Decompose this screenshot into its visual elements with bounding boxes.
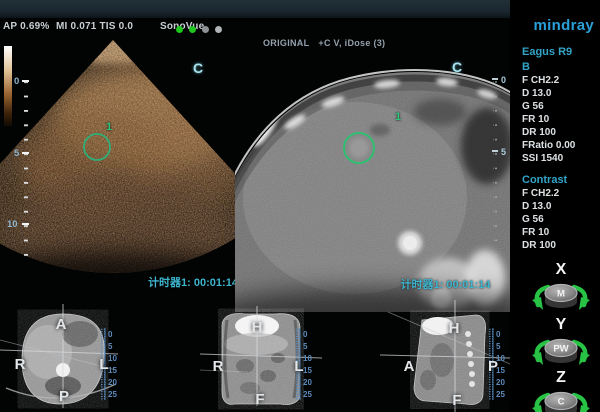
orientation-anterior: A [403, 358, 415, 375]
ct-timer: 计时器1: 00:01:14 [400, 279, 491, 291]
b-param: D 13.0 [522, 88, 552, 99]
b-param: G 56 [522, 101, 544, 112]
orientation-head: H [251, 319, 263, 336]
b-mode-title: B [522, 61, 530, 73]
contrast-param: D 13.0 [522, 201, 552, 212]
ct-series-header: ORIGINAL +C V, iDose (3) [263, 38, 385, 48]
contrast-param: F CH2.2 [522, 188, 560, 199]
ultrasound-fusion-screen: AP 0.69% MI 0.071 TIS 0.0 SonoVue [0, 0, 600, 412]
status-dot-icon [202, 26, 209, 33]
rotate-right-arrowhead-icon [579, 297, 590, 310]
rotate-right-arrowhead-icon [579, 352, 590, 365]
ruler-label: 5 [108, 342, 113, 351]
ct-recon-params: +C V, iDose (3) [318, 38, 386, 48]
knob-function-label: PW [553, 344, 568, 355]
b-param: SSI 1540 [522, 153, 564, 164]
contrast-param: DR 100 [522, 240, 556, 251]
parameter-sidebar: mindray Eagus R9 B F CH2.2 D 13.0 G 56 F… [510, 0, 600, 412]
brand-logo: mindray [533, 17, 594, 34]
system-name: Eagus R9 [522, 46, 573, 58]
mpr-coronal-view[interactable]: 0 5 10 15 20 25 H R L F [200, 300, 380, 412]
orientation-anterior: A [55, 316, 67, 333]
depth-label: 5 [501, 147, 506, 157]
mpr-sagittal-view[interactable]: 0 5 10 15 20 25 H A P F [380, 300, 510, 412]
orientation-marker-c: C [193, 60, 204, 76]
rotary-knob-y[interactable]: PW [530, 334, 592, 368]
lesion-nodule [349, 138, 369, 158]
rotary-knob-z[interactable]: C [530, 387, 592, 412]
mi-tis-readout: MI 0.071 TIS 0.0 [56, 21, 134, 32]
depth-label: 0 [501, 75, 506, 85]
depth-label: 0 [14, 76, 19, 87]
ruler-label: 0 [496, 330, 501, 339]
status-dot-icon [215, 26, 222, 33]
ruler-label: 20 [303, 378, 312, 387]
b-param: FR 10 [522, 114, 550, 125]
ruler-label: 20 [108, 378, 117, 387]
ruler-label: 25 [108, 390, 117, 399]
ceus-image-view[interactable]: 0 5 10 C 1 计时器1: 00:01:14 [0, 38, 235, 290]
grayscale-colorbar [4, 46, 12, 126]
ruler-label: 5 [496, 342, 501, 351]
ct-image-view[interactable]: 0 5 ORIGINAL +C V, iDose (3) C 1 计时器1: 0… [235, 38, 510, 312]
ruler-label: 25 [303, 390, 312, 399]
knob-axis-x-label: X [555, 261, 567, 278]
status-dot-icon [189, 26, 196, 33]
orientation-head: H [448, 320, 460, 337]
b-param: F CH2.2 [522, 75, 560, 86]
b-param: DR 100 [522, 127, 556, 138]
rotate-left-arrowhead-icon [532, 297, 543, 310]
ruler-label: 0 [108, 330, 113, 339]
contrast-mode-title: Contrast [522, 174, 568, 186]
ceus-timer: 计时器1: 00:01:14 [148, 277, 235, 289]
acoustic-power-readout: AP 0.69% [3, 21, 50, 32]
orientation-left: L [99, 356, 109, 373]
knob-function-label: C [558, 397, 565, 408]
status-dot-icon [176, 26, 183, 33]
knob-function-label: M [557, 289, 565, 300]
orientation-posterior: P [58, 388, 69, 405]
ruler-label: 25 [496, 390, 505, 399]
orientation-right: R [212, 358, 224, 375]
orientation-marker-c: C [452, 59, 463, 75]
mpr-coronal-image: 0 5 10 15 20 25 [200, 306, 323, 406]
mpr-axial-view[interactable]: 0 5 10 15 20 25 A R L P [0, 300, 200, 412]
contrast-param: G 56 [522, 214, 544, 225]
orientation-left: L [294, 358, 304, 375]
orientation-foot: F [452, 392, 462, 409]
orientation-right: R [14, 356, 26, 373]
roi-number-label: 1 [395, 111, 402, 123]
roi-number-label: 1 [106, 121, 113, 133]
contrast-param: FR 10 [522, 227, 550, 238]
ruler-label: 20 [496, 378, 505, 387]
ct-series-type: ORIGINAL [263, 38, 310, 48]
depth-label: 5 [14, 148, 20, 159]
knob-axis-y-label: Y [555, 316, 567, 333]
knob-axis-z-label: Z [556, 369, 566, 386]
depth-label: 10 [7, 219, 18, 230]
ct-image: 0 5 [235, 69, 510, 312]
rotary-knob-x[interactable]: M [530, 279, 592, 313]
b-param: FRatio 0.00 [522, 140, 576, 151]
rotate-left-arrowhead-icon [532, 352, 543, 365]
orientation-posterior: P [487, 358, 498, 375]
mpr-sagittal-image: 0 5 10 15 20 25 [380, 300, 510, 412]
ruler-label: 0 [303, 330, 308, 339]
orientation-foot: F [255, 391, 265, 408]
ruler-label: 5 [303, 342, 308, 351]
